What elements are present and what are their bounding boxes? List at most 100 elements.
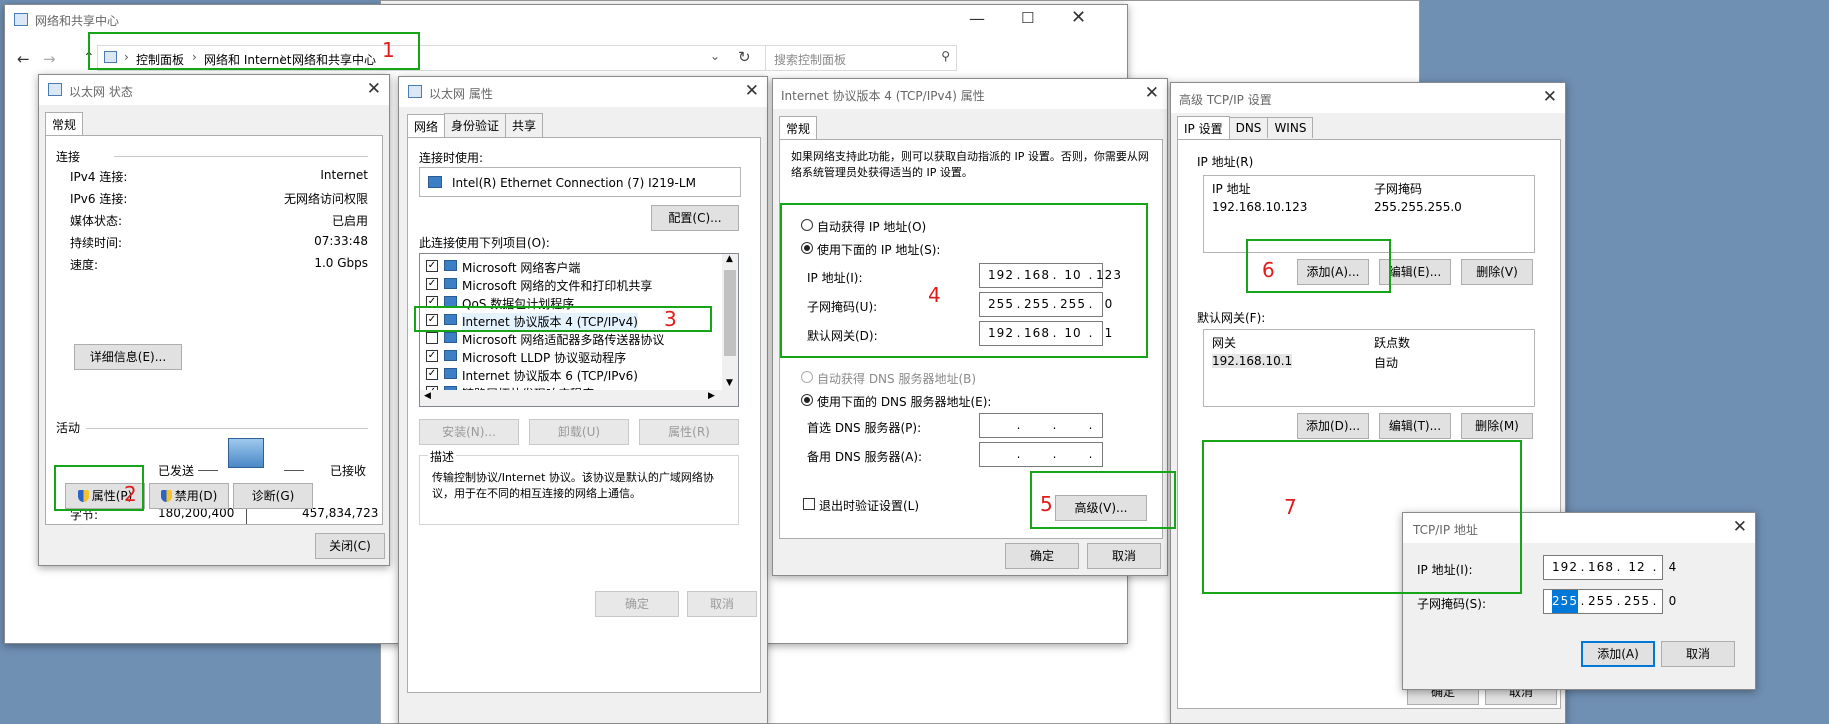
adapter-name: Intel(R) Ethernet Connection (7) I219-LM [452, 176, 696, 190]
column-header-mask[interactable]: 子网掩码 [1374, 180, 1422, 197]
scroll-thumb[interactable] [724, 270, 736, 356]
install-button[interactable]: 安装(N)... [419, 419, 519, 445]
explorer-title: 网络和共享中心 [35, 14, 120, 28]
chevron-down-icon[interactable]: ⌄ [710, 49, 720, 63]
adapter-box: Intel(R) Ethernet Connection (7) I219-LM [419, 167, 741, 197]
received-label: 已接收 [330, 464, 367, 478]
connection-section-label: 连接 [56, 150, 81, 164]
delete-gateway-button[interactable]: 删除(M) [1461, 413, 1533, 439]
gateway-list-value[interactable]: 192.168.10.1 [1212, 354, 1293, 368]
maximize-button[interactable]: ☐ [1021, 9, 1034, 27]
gateway-list[interactable]: 网关 跃点数 192.168.10.1 自动 [1203, 329, 1535, 407]
back-arrow-icon[interactable]: ← [17, 50, 30, 68]
network-card-icon [428, 176, 442, 188]
tab-dns[interactable]: DNS [1228, 117, 1269, 138]
horizontal-scrollbar[interactable]: ◀ ▶ [420, 390, 738, 406]
search-input[interactable]: 搜索控制面板 ⚲ [765, 45, 957, 71]
ok-button[interactable]: 确定 [595, 591, 679, 617]
tab-authentication[interactable]: 身份验证 [444, 113, 507, 137]
close-button[interactable]: ✕ [1071, 7, 1086, 28]
item-checkbox[interactable] [426, 332, 438, 344]
list-item[interactable]: ✓ Microsoft 网络的文件和打印机共享 [420, 275, 738, 293]
items-label: 此连接使用下列项目(O): [419, 236, 550, 250]
close-icon[interactable]: ✕ [1733, 517, 1747, 537]
list-item[interactable]: ✓ Internet 协议版本 6 (TCP/IPv6) [420, 365, 738, 383]
status-row-label: 速度: [70, 258, 99, 272]
forward-arrow-icon[interactable]: → [43, 50, 56, 68]
ip-address-field[interactable]: 192. 168. 12. 4 [1543, 555, 1676, 580]
edit-gateway-button[interactable]: 编辑(T)... [1379, 413, 1451, 439]
subnet-mask-label: 子网掩码(S): [1417, 597, 1487, 611]
scroll-right-icon[interactable]: ▶ [708, 391, 715, 401]
close-icon[interactable]: ✕ [367, 79, 381, 99]
minimize-button[interactable]: — [969, 9, 985, 28]
item-checkbox[interactable]: ✓ [426, 278, 438, 290]
close-icon[interactable]: ✕ [745, 81, 759, 101]
advanced-title: 高级 TCP/IP 设置 [1179, 93, 1272, 107]
close-icon[interactable]: ✕ [1543, 87, 1557, 107]
network-computers-icon [228, 438, 264, 468]
uninstall-button[interactable]: 卸载(U) [529, 419, 629, 445]
column-header-metric[interactable]: 跃点数 [1374, 334, 1410, 351]
sent-label: 已发送 [158, 464, 195, 478]
ip-list-value[interactable]: 192.168.10.123 [1212, 200, 1307, 214]
item-checkbox[interactable]: ✓ [426, 368, 438, 380]
scroll-up-icon[interactable]: ▲ [726, 254, 733, 264]
vertical-scrollbar[interactable]: ▲ ▼ [722, 254, 738, 392]
item-checkbox[interactable]: ✓ [426, 350, 438, 362]
close-icon[interactable]: ✕ [1145, 83, 1159, 103]
cancel-button[interactable]: 取消 [1661, 641, 1735, 667]
column-header-ip[interactable]: IP 地址 [1212, 180, 1251, 197]
status-titlebar: 以太网 状态 ✕ [39, 75, 389, 105]
preferred-dns-field[interactable]: ... [979, 413, 1103, 438]
manual-dns-label[interactable]: 使用下面的 DNS 服务器地址(E): [817, 393, 991, 410]
status-tabs: 常规 [45, 111, 84, 138]
subnet-mask-field[interactable]: 255. 255. 255. 0 [1543, 589, 1676, 614]
diagnose-button[interactable]: 诊断(G) [233, 483, 313, 509]
add-button[interactable]: 添加(A) [1581, 641, 1655, 667]
ipv4-titlebar: Internet 协议版本 4 (TCP/IPv4) 属性 ✕ [773, 79, 1167, 109]
search-placeholder: 搜索控制面板 [774, 53, 847, 67]
cancel-button[interactable]: 取消 [1087, 543, 1161, 569]
scroll-left-icon[interactable]: ◀ [424, 391, 431, 401]
auto-dns-radio[interactable] [801, 371, 813, 383]
scroll-down-icon[interactable]: ▼ [726, 378, 733, 388]
properties-titlebar: 以太网 属性 ✕ [399, 77, 767, 107]
column-header-gateway[interactable]: 网关 [1212, 334, 1236, 351]
item-checkbox[interactable]: ✓ [426, 260, 438, 272]
selected-octet: 255 [1552, 590, 1578, 613]
details-button[interactable]: 详细信息(E)... [74, 344, 182, 370]
cancel-button[interactable]: 取消 [687, 591, 757, 617]
refresh-icon[interactable]: ↻ [738, 48, 751, 66]
activity-section-label: 活动 [56, 421, 81, 435]
ipv4-title: Internet 协议版本 4 (TCP/IPv4) 属性 [781, 89, 985, 103]
description-text: 传输控制协议/Internet 协议。该协议是默认的广域网络协议，用于在不同的相… [432, 471, 714, 500]
status-row-label: IPv6 连接: [70, 192, 128, 206]
connect-using-label: 连接时使用: [419, 151, 484, 165]
metric-list-value[interactable]: 自动 [1374, 354, 1398, 371]
alternate-dns-field[interactable]: ... [979, 442, 1103, 467]
tab-wins[interactable]: WINS [1267, 117, 1314, 138]
disable-button[interactable]: 禁用(D) [149, 483, 229, 509]
step-number-7: 7 [1284, 495, 1297, 519]
tab-sharing[interactable]: 共享 [505, 113, 544, 137]
validate-checkbox[interactable] [803, 498, 815, 510]
configure-button[interactable]: 配置(C)... [651, 205, 739, 231]
search-icon: ⚲ [941, 49, 950, 63]
item-properties-button[interactable]: 属性(R) [639, 419, 739, 445]
list-item[interactable]: ✓ Microsoft 网络客户端 [420, 257, 738, 275]
divider [86, 428, 368, 429]
mask-list-value[interactable]: 255.255.255.0 [1374, 200, 1462, 214]
ok-button[interactable]: 确定 [1005, 543, 1079, 569]
auto-dns-label[interactable]: 自动获得 DNS 服务器地址(B) [817, 370, 976, 387]
properties-tabs: 网络 身份验证 共享 [407, 113, 544, 140]
close-button[interactable]: 关闭(C) [315, 533, 385, 559]
divider [114, 156, 368, 157]
item-label: Internet 协议版本 6 (TCP/IPv6) [462, 369, 638, 383]
status-row-label: 媒体状态: [70, 214, 123, 228]
add-gateway-button[interactable]: 添加(D)... [1297, 413, 1369, 439]
delete-ip-button[interactable]: 删除(V) [1461, 259, 1533, 285]
list-item[interactable]: ✓ Microsoft LLDP 协议驱动程序 [420, 347, 738, 365]
validate-label[interactable]: 退出时验证设置(L) [819, 497, 919, 514]
manual-dns-radio[interactable] [801, 394, 813, 406]
